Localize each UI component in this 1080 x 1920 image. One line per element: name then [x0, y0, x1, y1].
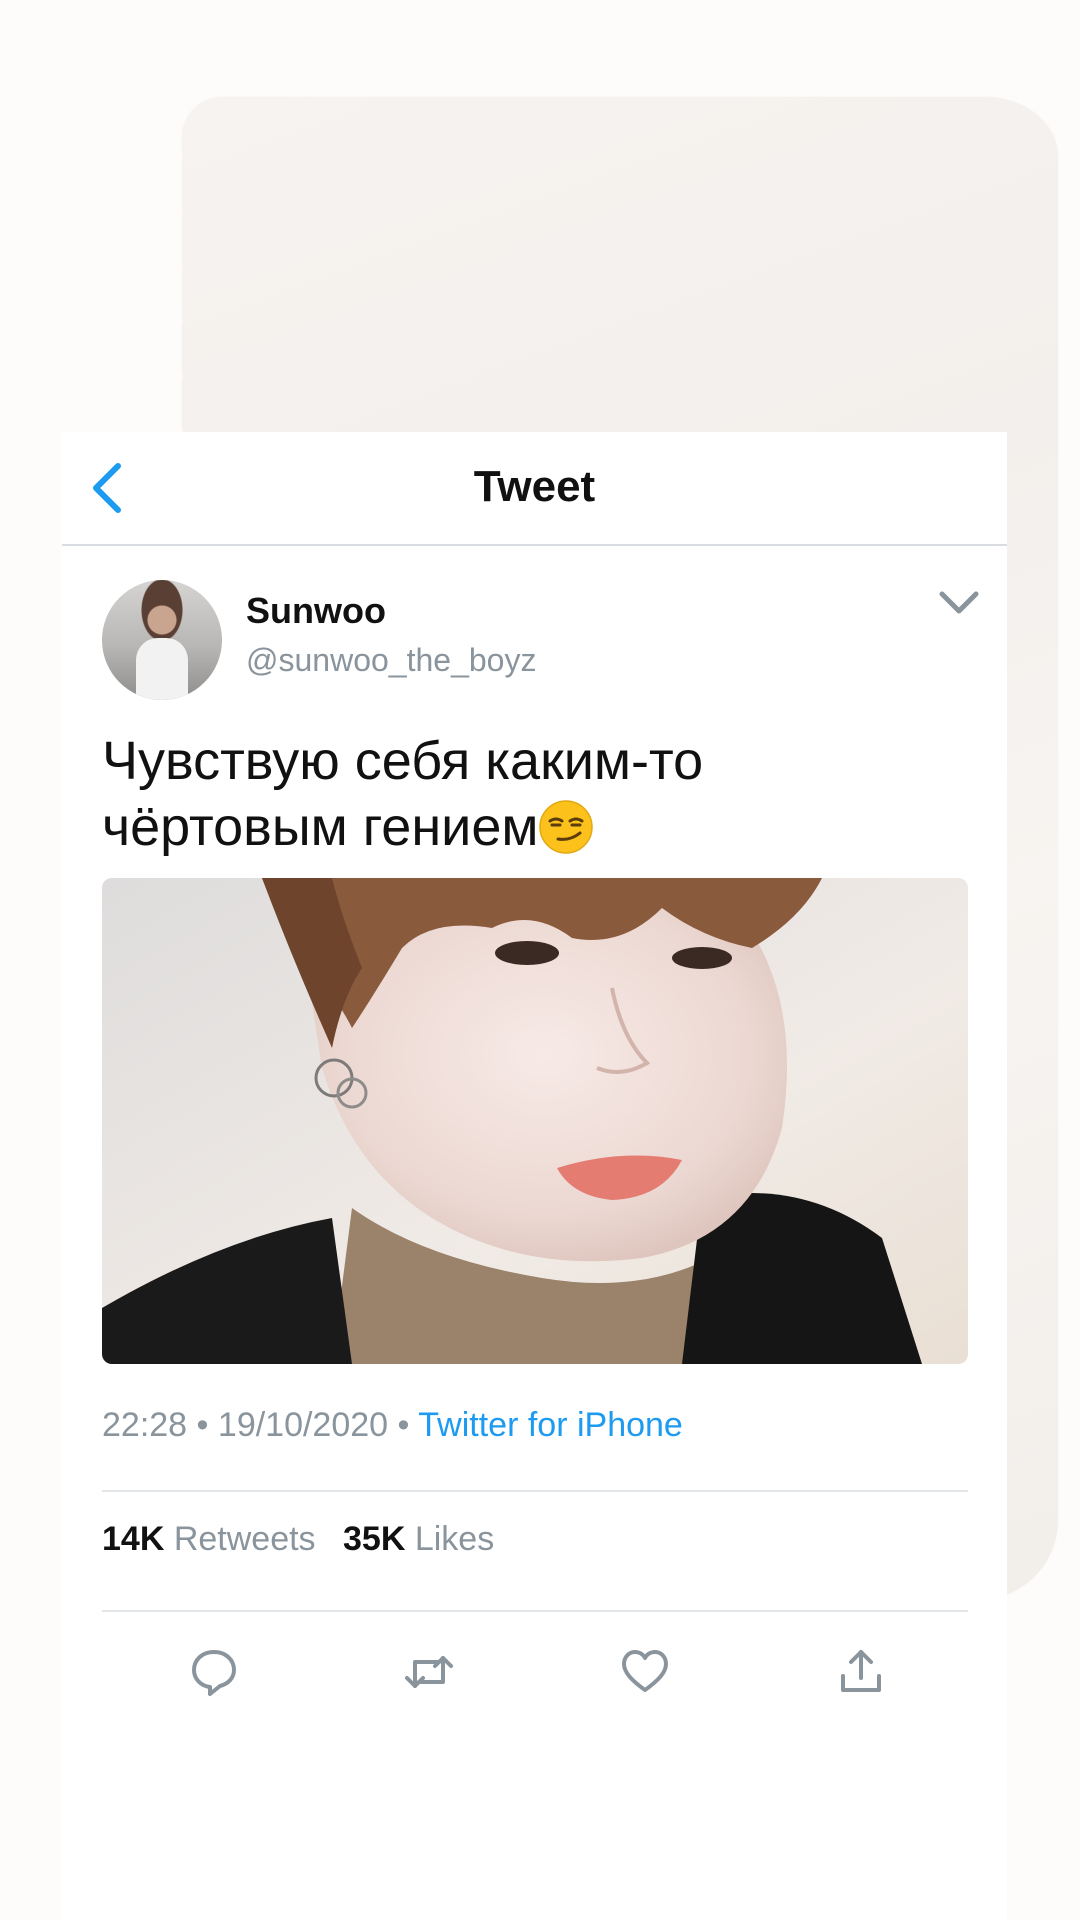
page-title: Tweet [473, 462, 596, 511]
tweet-text-line-2: чёртовым гением [102, 797, 539, 857]
tweet-text: Чувствую себя каким-то чёртовым гением [102, 728, 962, 860]
tweet-date: 19/10/2020 [217, 1406, 389, 1444]
divider [102, 1490, 968, 1492]
like-icon [622, 1650, 668, 1692]
smirking-face-icon [539, 800, 594, 854]
tweet-time: 22:28 [102, 1406, 188, 1444]
tweet-source-link[interactable]: Twitter for iPhone [418, 1406, 683, 1444]
divider [102, 1610, 968, 1612]
user-handle[interactable]: @sunwoo_the_boyz [246, 642, 536, 679]
retweet-icon [405, 1656, 453, 1688]
tweet-author: Sunwoo @sunwoo_the_boyz [102, 580, 982, 702]
retweets-stat[interactable]: 14K Retweets [102, 1520, 316, 1559]
retweet-button[interactable] [403, 1646, 455, 1698]
portrait-photo [102, 878, 968, 1364]
tweet-stats: 14K Retweets 35K Likes [102, 1520, 512, 1559]
tweet-text-line-1: Чувствую себя каким-то [102, 731, 704, 791]
like-button[interactable] [619, 1646, 671, 1698]
navigation-bar: Tweet [62, 432, 1007, 546]
separator: • [196, 1406, 209, 1444]
avatar[interactable] [102, 580, 222, 700]
retweets-label: Retweets [173, 1520, 316, 1558]
reply-button[interactable] [188, 1646, 240, 1698]
retweets-count: 14K [102, 1520, 165, 1558]
tweet-actions [102, 1646, 968, 1706]
display-name[interactable]: Sunwoo [246, 590, 386, 632]
likes-stat[interactable]: 35K Likes [343, 1520, 494, 1559]
tweet-options-button[interactable] [936, 586, 982, 620]
reply-icon [192, 1650, 236, 1696]
chevron-down-icon [939, 591, 979, 614]
share-button[interactable] [835, 1646, 887, 1698]
share-icon [841, 1650, 881, 1692]
separator: • [397, 1406, 410, 1444]
likes-label: Likes [414, 1520, 495, 1558]
tweet-photo[interactable] [102, 878, 968, 1364]
tweet-timestamp: 22:28 • 19/10/2020 • Twitter for iPhone [102, 1406, 683, 1445]
likes-count: 35K [343, 1520, 406, 1558]
tweet-detail-card: Tweet Sunwoo @sunwoo_the_boyz Чувствую с… [62, 432, 1007, 1920]
